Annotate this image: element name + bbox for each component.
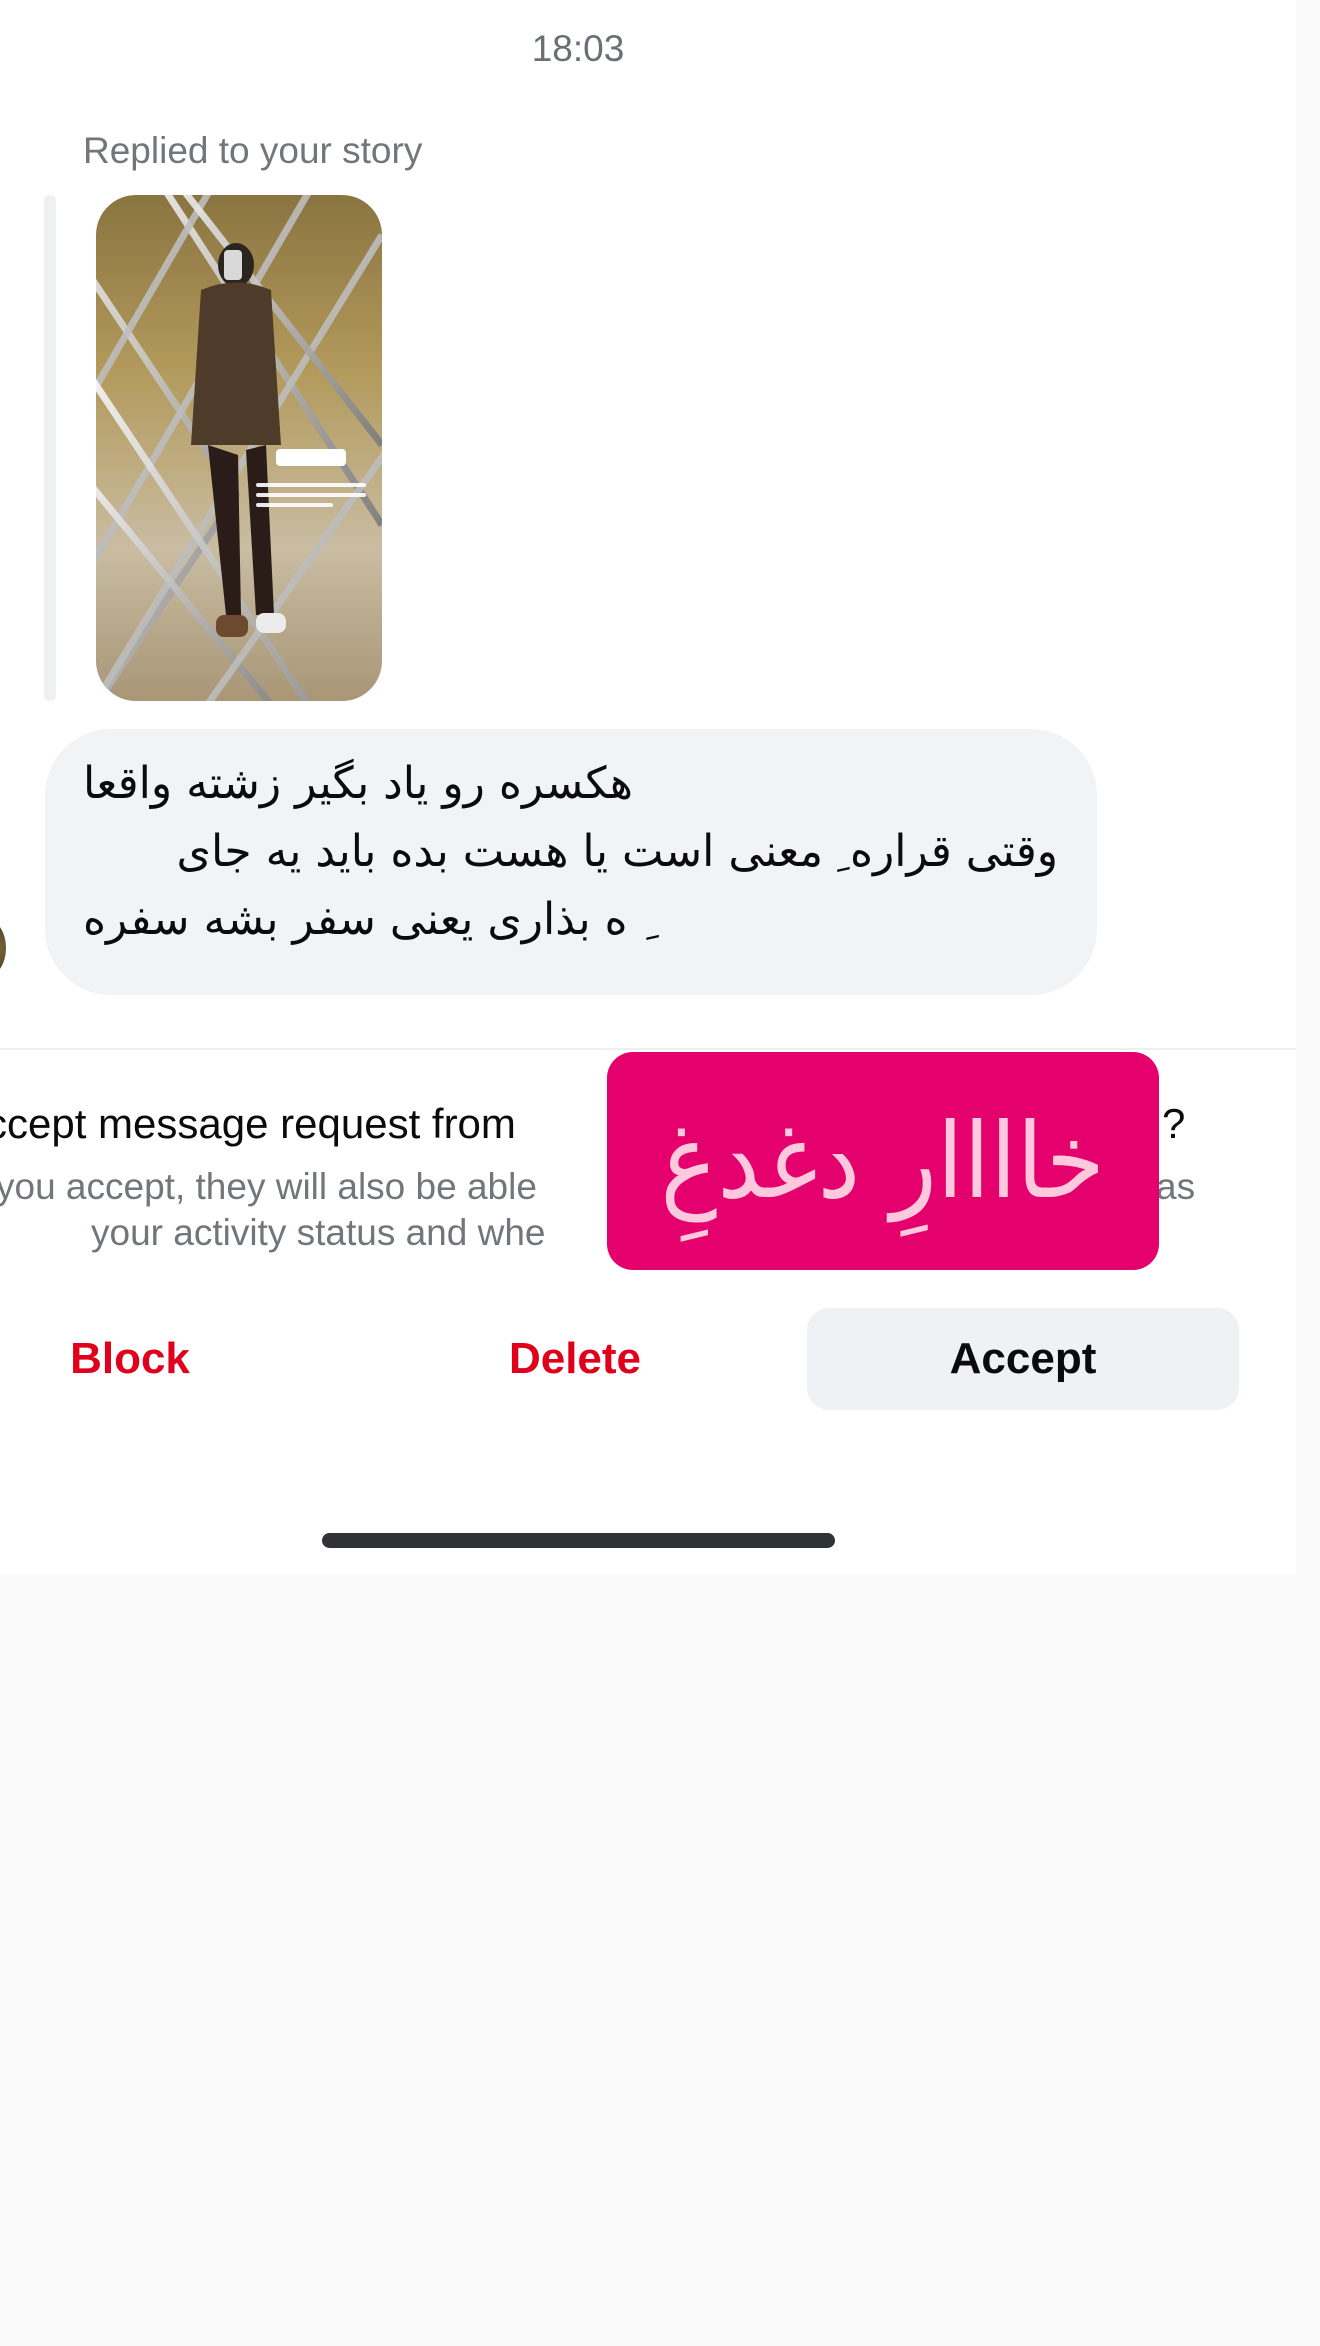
story-text-sticker	[276, 449, 346, 466]
sender-name: خاااارِ دغدغِ	[660, 1100, 1106, 1222]
message-line-3: ِ ه بذاری یعنی سفر بشه سفره	[83, 894, 642, 945]
request-description-line1: you accept, they will also be able	[0, 1166, 537, 1207]
story-thumbnail[interactable]	[96, 195, 382, 701]
divider	[0, 1048, 1296, 1050]
reply-indicator-bar	[44, 195, 56, 701]
chat-screen: 18:03 Replied to your story هکسره رو یاد…	[0, 0, 1296, 1575]
story-caption	[256, 477, 366, 537]
accept-button[interactable]: Accept	[807, 1308, 1239, 1410]
mirror-pattern-image	[96, 195, 382, 701]
home-indicator[interactable]	[322, 1533, 835, 1548]
sender-name-sticker: خاااارِ دغدغِ	[607, 1052, 1159, 1270]
message-line-1: هکسره رو یاد بگیر زشته واقعا	[83, 758, 633, 809]
request-title: ccept message request from	[0, 1100, 516, 1147]
story-reply-label: Replied to your story	[83, 130, 423, 171]
message-timestamp: 18:03	[531, 28, 625, 69]
request-title-end: ?	[1162, 1100, 1186, 1147]
message-line-2: وقتی قراره ِ معنی است یا هست بده باید یه…	[176, 826, 1058, 877]
delete-button[interactable]: Delete	[470, 1308, 680, 1410]
block-button[interactable]: Block	[40, 1308, 220, 1410]
request-description-line1-end: as	[1156, 1166, 1196, 1207]
request-description-line2: your activity status and whe	[91, 1212, 546, 1253]
sender-avatar[interactable]	[0, 920, 6, 976]
